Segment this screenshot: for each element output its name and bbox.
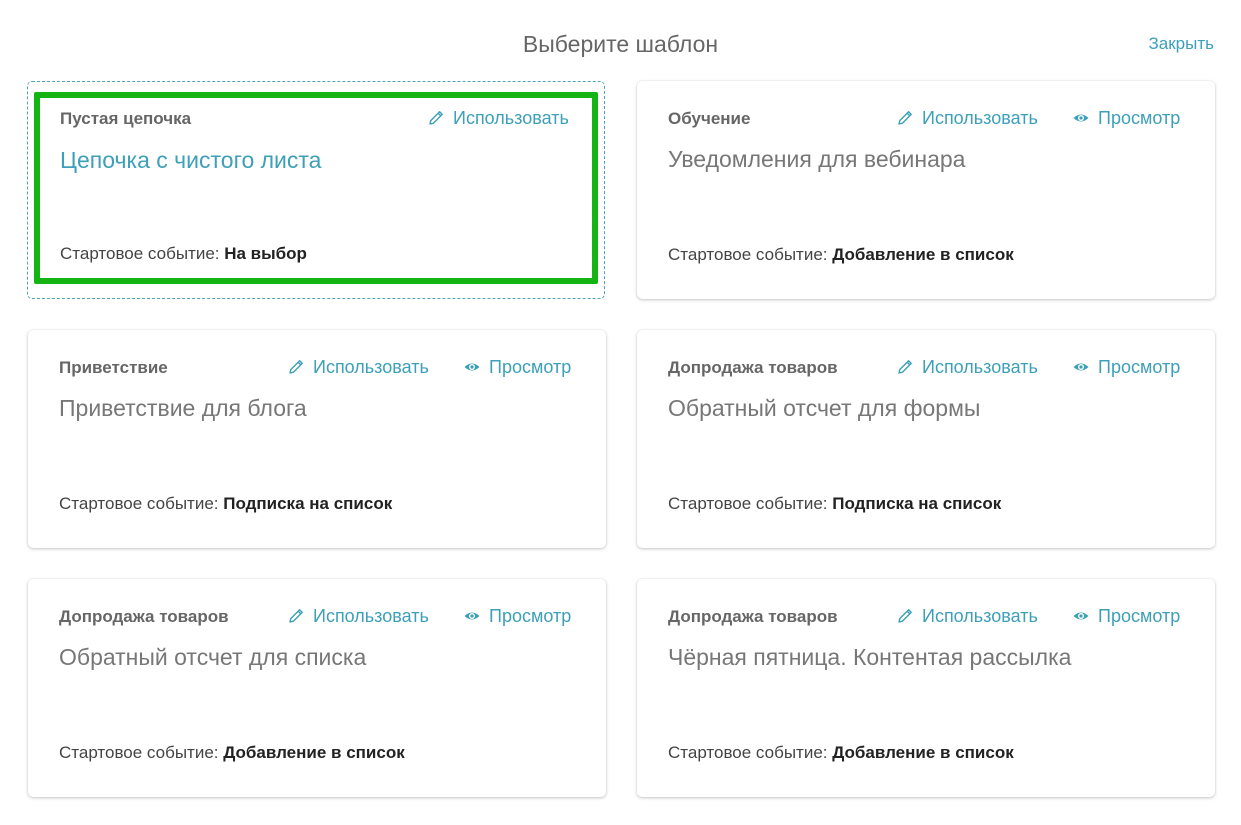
view-button-label: Просмотр xyxy=(1098,606,1181,626)
card-category: Допродажа товаров xyxy=(668,607,838,626)
pencil-icon xyxy=(898,360,912,374)
start-event-label: Стартовое событие: xyxy=(668,494,833,513)
template-card-empty-chain[interactable]: Пустая цепочка Использовать Цепочка с чи… xyxy=(27,81,605,299)
card-name: Обратный отсчет для списка xyxy=(59,644,367,670)
card-start-event: Стартовое событие: Добавление в список xyxy=(668,742,1014,764)
pencil-icon xyxy=(429,111,443,125)
page-title: Выберите шаблон xyxy=(522,31,719,57)
eye-icon xyxy=(1073,363,1089,371)
card-name: Чёрная пятница. Контентая рассылка xyxy=(668,644,1072,670)
card-start-event: Стартовое событие: Подписка на список xyxy=(59,493,392,515)
close-link[interactable]: Закрыть xyxy=(1149,33,1214,55)
eye-icon xyxy=(1073,612,1089,620)
view-button[interactable]: Просмотр xyxy=(1072,355,1180,379)
use-button-label: Использовать xyxy=(453,108,569,128)
template-card-welcome[interactable]: Приветствие Использовать Просмотр Привет… xyxy=(28,330,606,548)
eye-icon xyxy=(464,612,480,620)
use-button[interactable]: Использовать xyxy=(896,106,1038,130)
pencil-icon xyxy=(898,609,912,623)
start-event-value: Добавление в список xyxy=(832,743,1014,762)
card-category: Допродажа товаров xyxy=(59,607,229,626)
template-card-training[interactable]: Обучение Использовать Просмотр Уведомлен… xyxy=(637,81,1215,299)
use-button-label: Использовать xyxy=(922,357,1038,377)
card-name: Обратный отсчет для формы xyxy=(668,395,981,421)
template-card-upsell-list[interactable]: Допродажа товаров Использовать Просмотр … xyxy=(28,579,606,797)
use-button[interactable]: Использовать xyxy=(287,604,429,628)
card-start-event: Стартовое событие: Подписка на список xyxy=(668,493,1001,515)
start-event-value: Добавление в список xyxy=(832,245,1014,264)
use-button-label: Использовать xyxy=(922,108,1038,128)
use-button[interactable]: Использовать xyxy=(896,355,1038,379)
card-start-event: Стартовое событие: На выбор xyxy=(60,243,307,265)
use-button[interactable]: Использовать xyxy=(427,106,569,130)
use-button[interactable]: Использовать xyxy=(896,604,1038,628)
start-event-value: Добавление в список xyxy=(223,743,405,762)
card-start-event: Стартовое событие: Добавление в список xyxy=(668,244,1014,266)
eye-icon xyxy=(464,363,480,371)
card-category: Приветствие xyxy=(59,358,168,377)
start-event-label: Стартовое событие: xyxy=(59,743,224,762)
start-event-label: Стартовое событие: xyxy=(60,244,225,263)
use-button[interactable]: Использовать xyxy=(287,355,429,379)
use-button-label: Использовать xyxy=(922,606,1038,626)
start-event-value: На выбор xyxy=(224,244,307,263)
template-card-black-friday[interactable]: Допродажа товаров Использовать Просмотр … xyxy=(637,579,1215,797)
pencil-icon xyxy=(289,609,303,623)
view-button-label: Просмотр xyxy=(489,357,572,377)
view-button-label: Просмотр xyxy=(1098,108,1181,128)
start-event-value: Подписка на список xyxy=(223,494,393,513)
card-start-event: Стартовое событие: Добавление в список xyxy=(59,742,405,764)
card-category: Допродажа товаров xyxy=(668,358,838,377)
pencil-icon xyxy=(289,360,303,374)
pencil-icon xyxy=(898,111,912,125)
card-name: Цепочка с чистого листа xyxy=(60,147,322,173)
start-event-value: Подписка на список xyxy=(832,494,1002,513)
view-button[interactable]: Просмотр xyxy=(1072,604,1180,628)
view-button-label: Просмотр xyxy=(1098,357,1181,377)
view-button-label: Просмотр xyxy=(489,606,572,626)
start-event-label: Стартовое событие: xyxy=(668,743,833,762)
start-event-label: Стартовое событие: xyxy=(59,494,224,513)
card-category: Обучение xyxy=(668,109,751,128)
view-button[interactable]: Просмотр xyxy=(1072,106,1180,130)
view-button[interactable]: Просмотр xyxy=(463,355,571,379)
use-button-label: Использовать xyxy=(313,357,429,377)
card-name: Приветствие для блога xyxy=(59,395,307,421)
view-button[interactable]: Просмотр xyxy=(463,604,571,628)
card-category: Пустая цепочка xyxy=(60,109,192,128)
start-event-label: Стартовое событие: xyxy=(668,245,833,264)
eye-icon xyxy=(1073,114,1089,122)
template-card-upsell-form[interactable]: Допродажа товаров Использовать Просмотр … xyxy=(637,330,1215,548)
use-button-label: Использовать xyxy=(313,606,429,626)
card-name: Уведомления для вебинара xyxy=(668,146,966,172)
